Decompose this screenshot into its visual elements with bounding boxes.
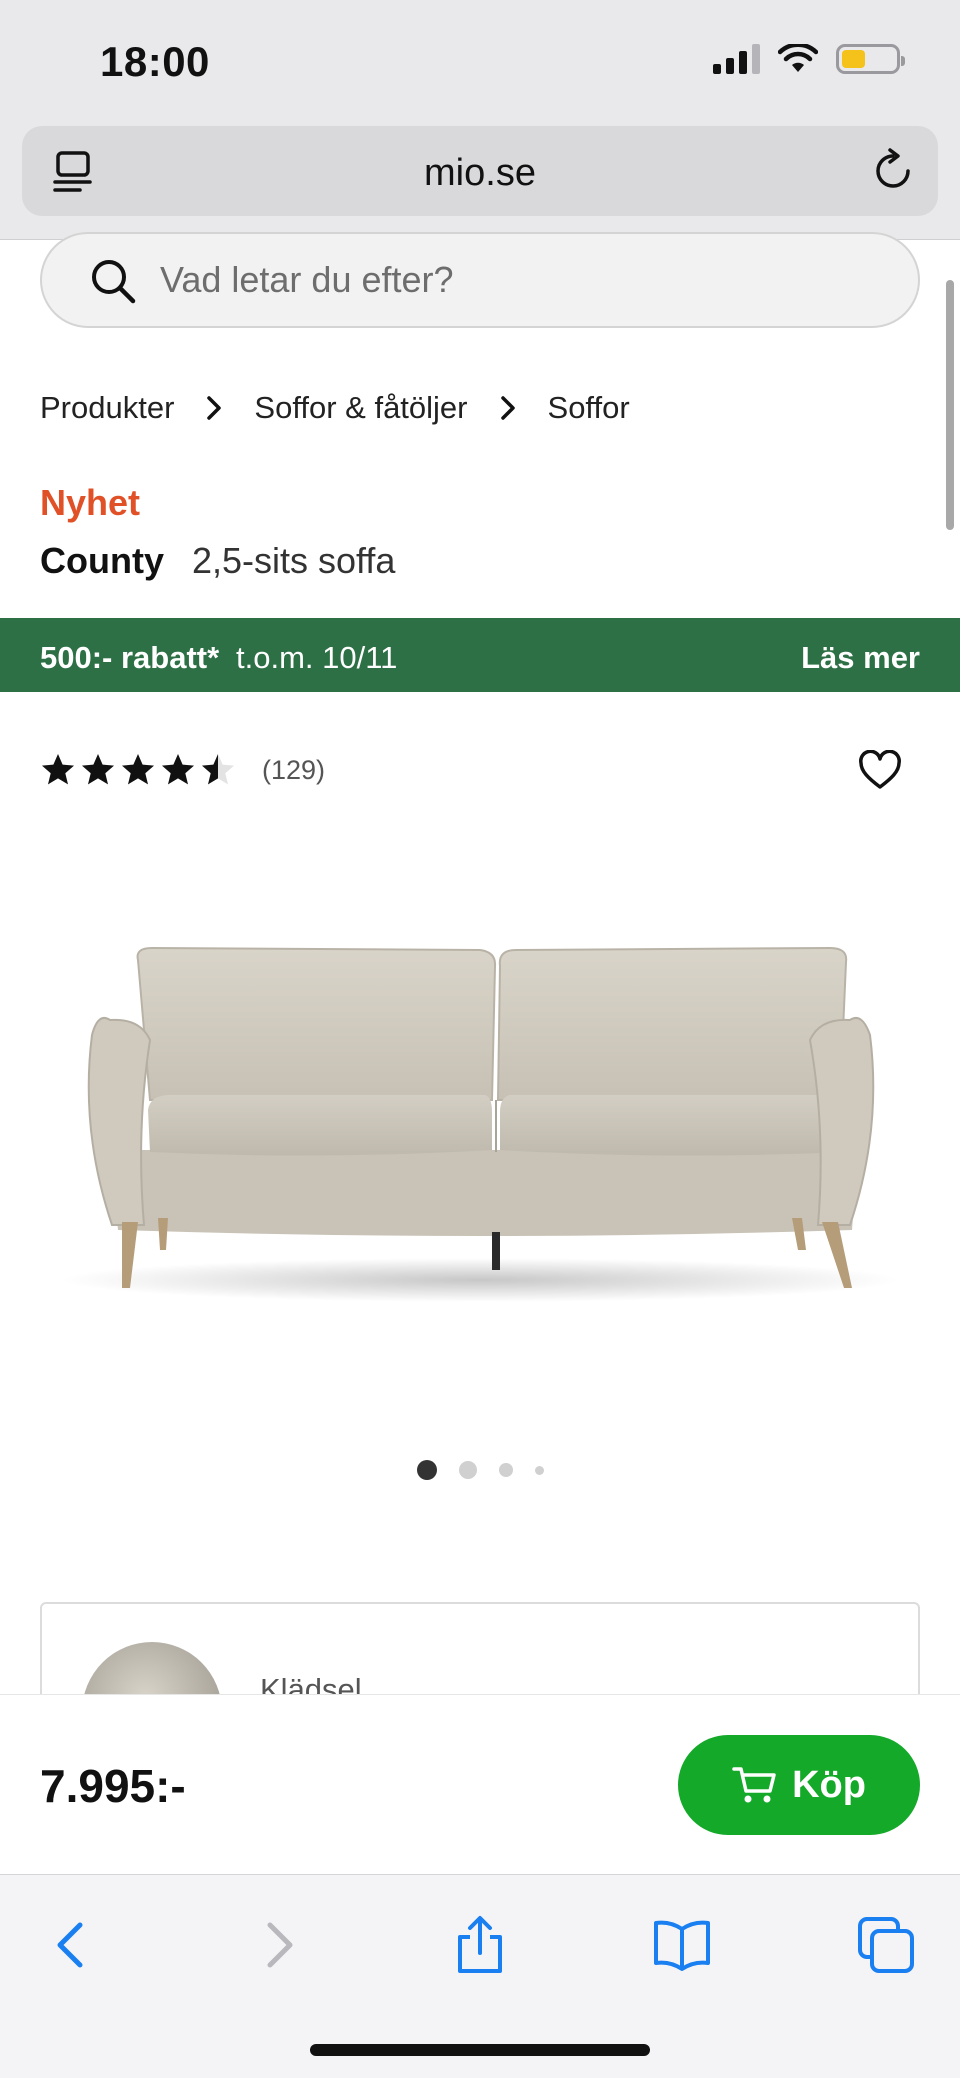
promo-read-more-link[interactable]: Läs mer [801, 640, 920, 676]
status-time: 18:00 [100, 38, 210, 85]
wifi-icon [778, 44, 818, 72]
reload-icon[interactable] [870, 148, 916, 194]
back-icon[interactable] [42, 1915, 102, 1975]
product-name: County [40, 540, 164, 581]
status-icons [713, 44, 905, 74]
product-rating[interactable]: (129) [40, 752, 325, 788]
rating-stars [40, 752, 240, 788]
browser-address-area: mio.se [0, 120, 960, 240]
carousel-dot[interactable] [416, 1460, 437, 1480]
product-image-sofa[interactable] [40, 900, 920, 1320]
forward-icon[interactable] [248, 1915, 308, 1975]
cellular-signal-icon [713, 44, 760, 74]
promo-date: t.o.m. 10/11 [236, 640, 398, 675]
address-bar[interactable]: mio.se [22, 126, 938, 216]
status-bar: 18:00 [0, 0, 960, 120]
breadcrumb-item-soffor[interactable]: Soffor [548, 390, 630, 426]
battery-icon [836, 44, 905, 74]
carousel-dot[interactable] [458, 1461, 477, 1479]
product-price: 7.995:- [40, 1760, 186, 1812]
star-icon [162, 754, 194, 785]
buy-bar: 7.995:- Köp [0, 1694, 960, 1874]
carousel-dot[interactable] [498, 1463, 513, 1477]
search-input[interactable] [160, 234, 860, 326]
product-title: County 2,5-sits soffa [40, 540, 395, 582]
bookmarks-icon[interactable] [652, 1915, 712, 1975]
scroll-indicator [946, 280, 954, 530]
breadcrumb-item-soffor-fatoljer[interactable]: Soffor & fåtöljer [254, 390, 467, 426]
breadcrumb-item-produkter[interactable]: Produkter [40, 390, 174, 426]
rating-count[interactable]: (129) [262, 755, 325, 786]
search-bar[interactable] [40, 232, 920, 328]
star-icon [82, 754, 114, 785]
star-icon [122, 754, 154, 785]
new-badge: Nyhet [40, 482, 141, 523]
chevron-right-icon [207, 396, 222, 420]
home-indicator [310, 2044, 650, 2056]
share-icon[interactable] [450, 1915, 510, 1975]
url-text[interactable]: mio.se [22, 152, 938, 195]
chevron-right-icon [500, 396, 515, 420]
carousel-dot[interactable] [534, 1465, 544, 1475]
cart-icon [732, 1767, 776, 1803]
product-description: 2,5-sits soffa [192, 540, 396, 581]
tabs-icon[interactable] [856, 1915, 916, 1975]
star-icon [202, 754, 234, 785]
star-icon [42, 754, 74, 785]
promo-banner[interactable]: 500:- rabatt* t.o.m. 10/11 Läs mer [0, 618, 960, 692]
buy-button-label: Köp [792, 1763, 866, 1806]
buy-button[interactable]: Köp [678, 1735, 920, 1835]
search-icon [92, 260, 136, 304]
carousel-dots[interactable] [0, 1460, 960, 1480]
promo-discount: 500:- rabatt* [40, 640, 220, 675]
breadcrumb: Produkter Soffor & fåtöljer Soffor [40, 390, 630, 426]
favorite-heart-icon[interactable] [858, 750, 902, 790]
